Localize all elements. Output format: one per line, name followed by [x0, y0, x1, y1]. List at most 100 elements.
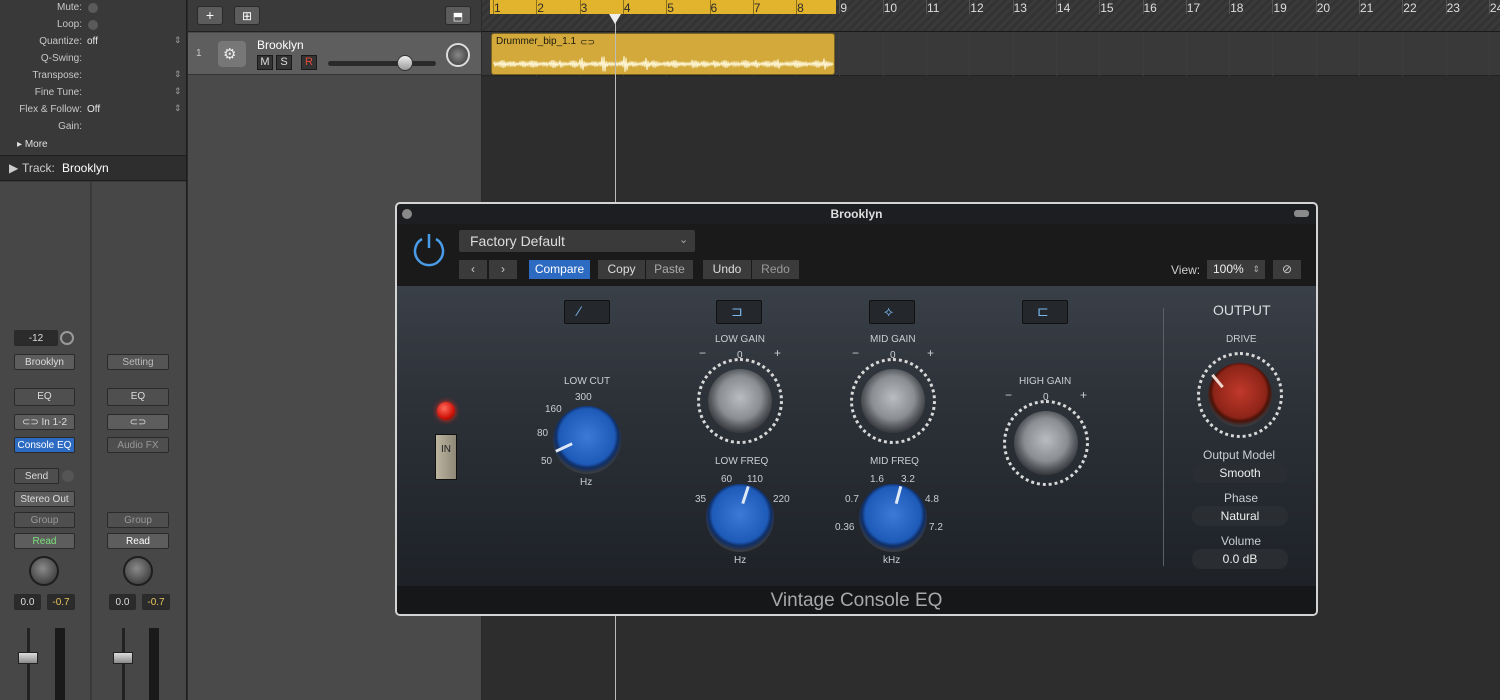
volume-fader[interactable]	[18, 652, 38, 664]
high-gain-knob[interactable]	[1014, 411, 1078, 475]
volume-field[interactable]: 0.0 dB	[1192, 549, 1288, 569]
knob-pointer	[1211, 373, 1224, 389]
bar-number: 5	[667, 1, 674, 15]
volume-readout[interactable]: -12	[14, 330, 58, 346]
automation-mode[interactable]: Read	[14, 533, 75, 549]
low-freq-tick-220: 220	[773, 494, 790, 505]
stepper-icon: ⇕	[174, 35, 182, 45]
add-track-button[interactable]: +	[197, 6, 223, 25]
playhead-marker[interactable]	[609, 14, 621, 24]
window-resize-icon[interactable]	[1294, 210, 1309, 217]
pan-knob[interactable]	[29, 556, 59, 586]
low-gain-knob[interactable]	[708, 369, 772, 433]
mid-gain-knob[interactable]	[861, 369, 925, 433]
send-slot[interactable]: Send	[14, 468, 59, 484]
automation-mode-2[interactable]: Read	[107, 533, 169, 549]
redo-button[interactable]: Redo	[752, 260, 799, 279]
volume-fader-2[interactable]	[113, 652, 133, 664]
bar-number: 9	[840, 1, 848, 15]
pan-knob-track[interactable]	[446, 43, 470, 67]
low-cut-shape-button[interactable]: ⁄	[564, 300, 610, 324]
region-param-row[interactable]: Gain:	[0, 119, 186, 136]
input-slot[interactable]: ⊂⊃ In 1-2	[14, 414, 75, 430]
mid-freq-tick-1.6: 1.6	[870, 474, 884, 485]
region-param-row[interactable]: Transpose: ⇕	[0, 68, 186, 85]
link-button[interactable]: ⊘	[1273, 260, 1301, 279]
region-param-row[interactable]: Mute:	[0, 0, 186, 17]
copy-button[interactable]: Copy	[598, 260, 645, 279]
bar-number: 8	[797, 1, 804, 15]
drive-knob[interactable]	[1208, 363, 1272, 427]
audio-fx-slot[interactable]: Console EQ	[14, 437, 75, 453]
record-button[interactable]: R	[301, 55, 317, 70]
low-gain-minus: −	[699, 346, 707, 360]
low-cut-knob[interactable]	[553, 406, 621, 474]
knob-pointer	[741, 485, 750, 505]
setting-button-2[interactable]: Setting	[107, 354, 169, 370]
low-shape-button[interactable]: ⊐	[716, 300, 762, 324]
close-window-icon[interactable]	[402, 209, 412, 219]
setting-button[interactable]: Brooklyn	[14, 354, 75, 370]
catch-button[interactable]: ⬒	[445, 6, 471, 25]
checkbox[interactable]	[88, 20, 98, 30]
stepper-icon: ⇕	[1252, 264, 1260, 274]
bar-tick	[1359, 0, 1360, 14]
preset-menu[interactable]: Factory Default ⌄	[459, 230, 695, 252]
undo-button[interactable]: Undo	[703, 260, 751, 279]
plugin-window-title: Brooklyn	[830, 207, 883, 221]
low-freq-knob[interactable]	[706, 484, 774, 552]
mid-freq-knob[interactable]	[859, 484, 927, 552]
bar-gridline	[1185, 32, 1187, 76]
track-name[interactable]: Brooklyn	[257, 38, 304, 52]
region-param-row[interactable]: Quantize: off ⇕	[0, 34, 186, 51]
high-gain-plus: +	[1080, 388, 1088, 402]
view-zoom-menu[interactable]: 100% ⇕	[1207, 260, 1265, 279]
compare-button[interactable]: Compare	[529, 260, 590, 279]
region-param-label: Mute:	[56, 2, 82, 13]
bar-gridline	[1055, 32, 1057, 76]
region-param-row[interactable]: Flex & Follow: Off ⇕	[0, 102, 186, 119]
eq-button[interactable]: EQ	[14, 388, 75, 406]
audio-fx-slot-2[interactable]: Audio FX	[107, 437, 169, 453]
bar-gridline	[1488, 32, 1490, 76]
high-shape-button[interactable]: ⊏	[1022, 300, 1068, 324]
bar-tick	[709, 0, 711, 14]
output-model-menu[interactable]: Smooth	[1192, 463, 1288, 483]
previous-preset-button[interactable]: ‹	[459, 260, 487, 279]
more-disclosure[interactable]: ▸ More	[17, 139, 48, 150]
region-param-label: Transpose:	[32, 70, 82, 81]
knob-pointer	[555, 442, 573, 453]
region-param-row[interactable]: Q-Swing:	[0, 51, 186, 68]
mute-button[interactable]: M	[257, 55, 273, 70]
link-slot-2[interactable]: ⊂⊃	[107, 414, 169, 430]
region-param-label: Gain:	[58, 121, 82, 132]
phase-menu[interactable]: Natural	[1192, 506, 1288, 526]
checkbox[interactable]	[88, 3, 98, 13]
group-slot[interactable]: Group	[14, 512, 75, 528]
power-icon[interactable]	[411, 231, 447, 267]
send-knob[interactable]	[62, 470, 74, 482]
bar-tick	[969, 0, 971, 14]
region-param-value[interactable]: off	[87, 36, 98, 47]
eq-button-2[interactable]: EQ	[107, 388, 169, 406]
next-preset-button[interactable]: ›	[489, 260, 517, 279]
region-param-value[interactable]: Off	[87, 104, 100, 115]
region-param-row[interactable]: Fine Tune: ⇕	[0, 85, 186, 102]
in-led-icon	[437, 402, 455, 420]
paste-button[interactable]: Paste	[646, 260, 693, 279]
track-inspector-header[interactable]: ▶ Track: Brooklyn	[0, 155, 186, 181]
group-slot-2[interactable]: Group	[107, 512, 169, 528]
solo-button[interactable]: S	[276, 55, 292, 70]
in-switch[interactable]: IN	[435, 434, 457, 480]
track-header-row[interactable]: 1 ⚙ Brooklyn M S R	[188, 33, 481, 75]
duplicate-track-button[interactable]: ⊞	[234, 6, 260, 25]
channel-strip-2: Setting EQ ⊂⊃ Audio FX Group Read 0.0 -0…	[92, 182, 186, 700]
region-param-row[interactable]: Loop:	[0, 17, 186, 34]
output-slot[interactable]: Stereo Out	[14, 491, 75, 507]
mid-shape-button[interactable]: ⟡	[869, 300, 915, 324]
low-cut-unit: Hz	[580, 477, 593, 488]
bar-gridline	[1315, 32, 1317, 76]
mid-gain-label: MID GAIN	[870, 334, 916, 345]
volume-slider-thumb[interactable]	[397, 55, 413, 71]
pan-knob-2[interactable]	[123, 556, 153, 586]
